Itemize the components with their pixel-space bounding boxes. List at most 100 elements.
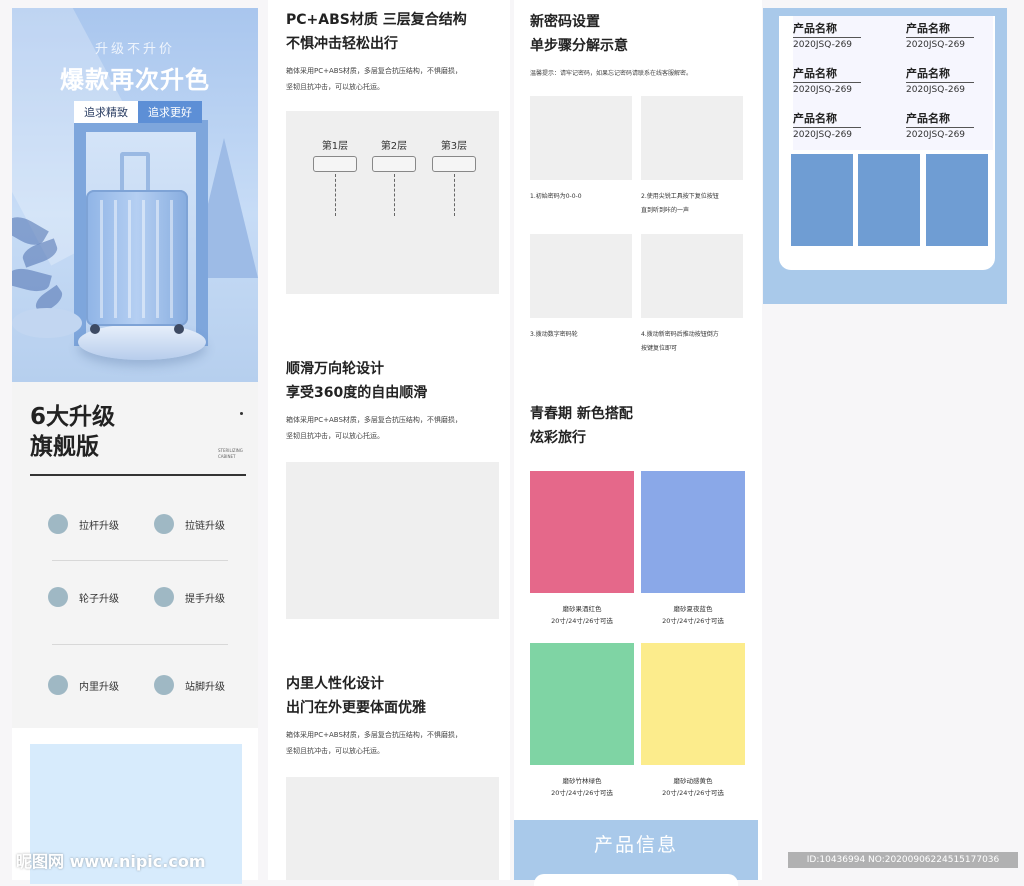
layer-label: 第3层 bbox=[440, 141, 468, 152]
dot-decoration bbox=[240, 412, 243, 415]
step-caption: 2.使用尖锐工具按下复位按钮 直到听到咔的一声 bbox=[641, 193, 719, 214]
suitcase-image bbox=[86, 190, 188, 334]
product-name-label: 产品名称 bbox=[793, 110, 861, 128]
color-swatch-green[interactable] bbox=[530, 643, 634, 765]
upgrade-label: 拉链升级 bbox=[185, 520, 225, 532]
layer-1: 第1层 bbox=[312, 137, 358, 216]
circle-icon bbox=[154, 514, 174, 534]
circle-icon bbox=[48, 587, 68, 607]
column-password-colors: 新密码设置 单步骤分解示意 温馨提示：请牢记密码，如果忘记密码请联系在线客服解密… bbox=[514, 0, 762, 886]
dashed-line bbox=[393, 174, 395, 216]
password-tip: 温馨提示：请牢记密码，如果忘记密码请联系在线客服解密。 bbox=[530, 70, 693, 77]
feature-desc: 箱体采用PC+ABS材质，多层复合抗压结构，不惧磨损， 坚韧且抗冲击，可以放心托… bbox=[286, 67, 462, 91]
product-spec-panel: 产品名称 2020JSQ-269 产品名称 2020JSQ-269 产品名称 2… bbox=[793, 16, 993, 150]
dashed-line bbox=[453, 174, 455, 216]
circle-icon bbox=[48, 675, 68, 695]
swatch-sizes: 20寸/24寸/26寸可选 bbox=[662, 617, 724, 625]
feature-title: PC+ABS材质 三层复合结构 不惧冲击轻松出行 bbox=[286, 12, 467, 52]
swatch-sizes: 20寸/24寸/26寸可选 bbox=[551, 789, 613, 797]
upgrade-label: 轮子升级 bbox=[79, 593, 119, 605]
color-swatch-yellow[interactable] bbox=[641, 643, 745, 765]
feature-title: 顺滑万向轮设计 享受360度的自由顺滑 bbox=[286, 361, 428, 401]
upgrade-item: 内里升级 bbox=[48, 675, 119, 695]
layer-label: 第1层 bbox=[321, 141, 349, 152]
wheel-icon bbox=[174, 324, 184, 334]
layer-3: 第3层 bbox=[431, 137, 477, 216]
feature-desc: 箱体采用PC+ABS材质，多层复合抗压结构，不惧磨损， 坚韧且抗冲击，可以放心托… bbox=[286, 416, 462, 440]
product-info-card: 产品名称 2020JSQ-269 产品名称 2020JSQ-269 产品名称 2… bbox=[779, 16, 995, 270]
step-image bbox=[530, 234, 632, 318]
upgrades-title: 6大升级 旗舰版 bbox=[30, 404, 116, 460]
upgrade-label: 拉杆升级 bbox=[79, 520, 119, 532]
upgrade-item: 提手升级 bbox=[154, 587, 225, 607]
divider bbox=[52, 644, 228, 645]
layer-pill bbox=[432, 156, 476, 172]
image-placeholder bbox=[286, 777, 499, 880]
product-name-label: 产品名称 bbox=[793, 20, 861, 38]
dashed-line bbox=[334, 174, 336, 216]
color-swatch-red[interactable] bbox=[530, 471, 634, 593]
step-image bbox=[641, 96, 743, 180]
swatch-caption: 磨砂果酒红色 20寸/24寸/26寸可选 bbox=[527, 603, 637, 627]
product-name-label: 产品名称 bbox=[906, 110, 974, 128]
swatch-caption: 磨砂夏夜蓝色 20寸/24寸/26寸可选 bbox=[638, 603, 748, 627]
layer-2: 第2层 bbox=[371, 137, 417, 216]
column-hero: 升级不升价 爆款再次升色 追求精致 追求更好 6大升级 旗舰版 STERILIZ… bbox=[12, 0, 258, 884]
pursue-better-button[interactable]: 追求更好 bbox=[138, 101, 202, 123]
swatch-sizes: 20寸/24寸/26寸可选 bbox=[662, 789, 724, 797]
upgrades-section: 6大升级 旗舰版 STERILIZING CABINET 拉杆升级 拉链升级 轮… bbox=[12, 382, 258, 728]
swatch-name: 磨砂果酒红色 bbox=[562, 605, 602, 613]
color-swatch-blue[interactable] bbox=[641, 471, 745, 593]
swatch-name: 磨砂竹林绿色 bbox=[562, 777, 602, 785]
product-code: 2020JSQ-269 bbox=[906, 85, 966, 95]
password-title: 新密码设置 单步骤分解示意 bbox=[530, 14, 628, 54]
watermark-left: 昵图网 www.nipic.com bbox=[16, 852, 206, 871]
circle-icon bbox=[48, 514, 68, 534]
product-info-header: 产品信息 bbox=[514, 820, 758, 886]
hero-subtitle: 升级不升价 bbox=[94, 42, 175, 57]
swatch-name: 磨砂夏夜蓝色 bbox=[673, 605, 713, 613]
step-caption: 1.初始密码为0-0-0 bbox=[530, 193, 582, 200]
image-placeholder bbox=[286, 462, 499, 619]
colors-title: 青春期 新色搭配 炫彩旅行 bbox=[530, 406, 633, 446]
step-caption: 3.拨动数字密码轮 bbox=[530, 331, 578, 338]
swatch-caption: 磨砂动感黄色 20寸/24寸/26寸可选 bbox=[638, 775, 748, 799]
upgrades-english-label: STERILIZING CABINET bbox=[218, 448, 243, 459]
product-info-background: 产品名称 2020JSQ-269 产品名称 2020JSQ-269 产品名称 2… bbox=[763, 8, 1007, 304]
swatch-caption: 磨砂竹林绿色 20寸/24寸/26寸可选 bbox=[527, 775, 637, 799]
product-info-title: 产品信息 bbox=[593, 834, 678, 856]
step-image bbox=[641, 234, 743, 318]
swatch-name: 磨砂动感黄色 bbox=[673, 777, 713, 785]
circle-icon bbox=[154, 587, 174, 607]
hero-buttons: 追求精致 追求更好 bbox=[74, 101, 202, 123]
small-podium bbox=[12, 308, 82, 338]
wheel-icon bbox=[90, 324, 100, 334]
upgrade-item: 拉链升级 bbox=[154, 514, 225, 534]
layers-diagram: 第1层 第2层 第3层 bbox=[286, 111, 499, 294]
upgrade-item: 站脚升级 bbox=[154, 675, 225, 695]
product-image-placeholder bbox=[926, 154, 988, 246]
leaf-decoration bbox=[12, 264, 52, 296]
layer-pill bbox=[372, 156, 416, 172]
divider bbox=[52, 560, 228, 561]
step-image bbox=[530, 96, 632, 180]
divider bbox=[30, 474, 246, 476]
product-code: 2020JSQ-269 bbox=[906, 130, 966, 140]
upgrade-label: 内里升级 bbox=[79, 681, 119, 693]
layer-pill bbox=[313, 156, 357, 172]
pursue-refined-button[interactable]: 追求精致 bbox=[74, 101, 138, 123]
upgrade-label: 提手升级 bbox=[185, 593, 225, 605]
product-name-label: 产品名称 bbox=[906, 65, 974, 83]
circle-icon bbox=[154, 675, 174, 695]
upgrade-label: 站脚升级 bbox=[185, 681, 225, 693]
layer-label: 第2层 bbox=[380, 141, 408, 152]
product-code: 2020JSQ-269 bbox=[793, 40, 853, 50]
product-code: 2020JSQ-269 bbox=[793, 85, 853, 95]
upgrade-item: 拉杆升级 bbox=[48, 514, 119, 534]
product-code: 2020JSQ-269 bbox=[906, 40, 966, 50]
product-image-placeholder bbox=[858, 154, 920, 246]
swatch-sizes: 20寸/24寸/26寸可选 bbox=[551, 617, 613, 625]
feature-desc: 箱体采用PC+ABS材质，多层复合抗压结构，不惧磨损， 坚韧且抗冲击，可以放心托… bbox=[286, 731, 462, 755]
step-caption: 4.拨动新密码后推动按钮倒方 按键复位即可 bbox=[641, 331, 719, 352]
product-code: 2020JSQ-269 bbox=[793, 130, 853, 140]
